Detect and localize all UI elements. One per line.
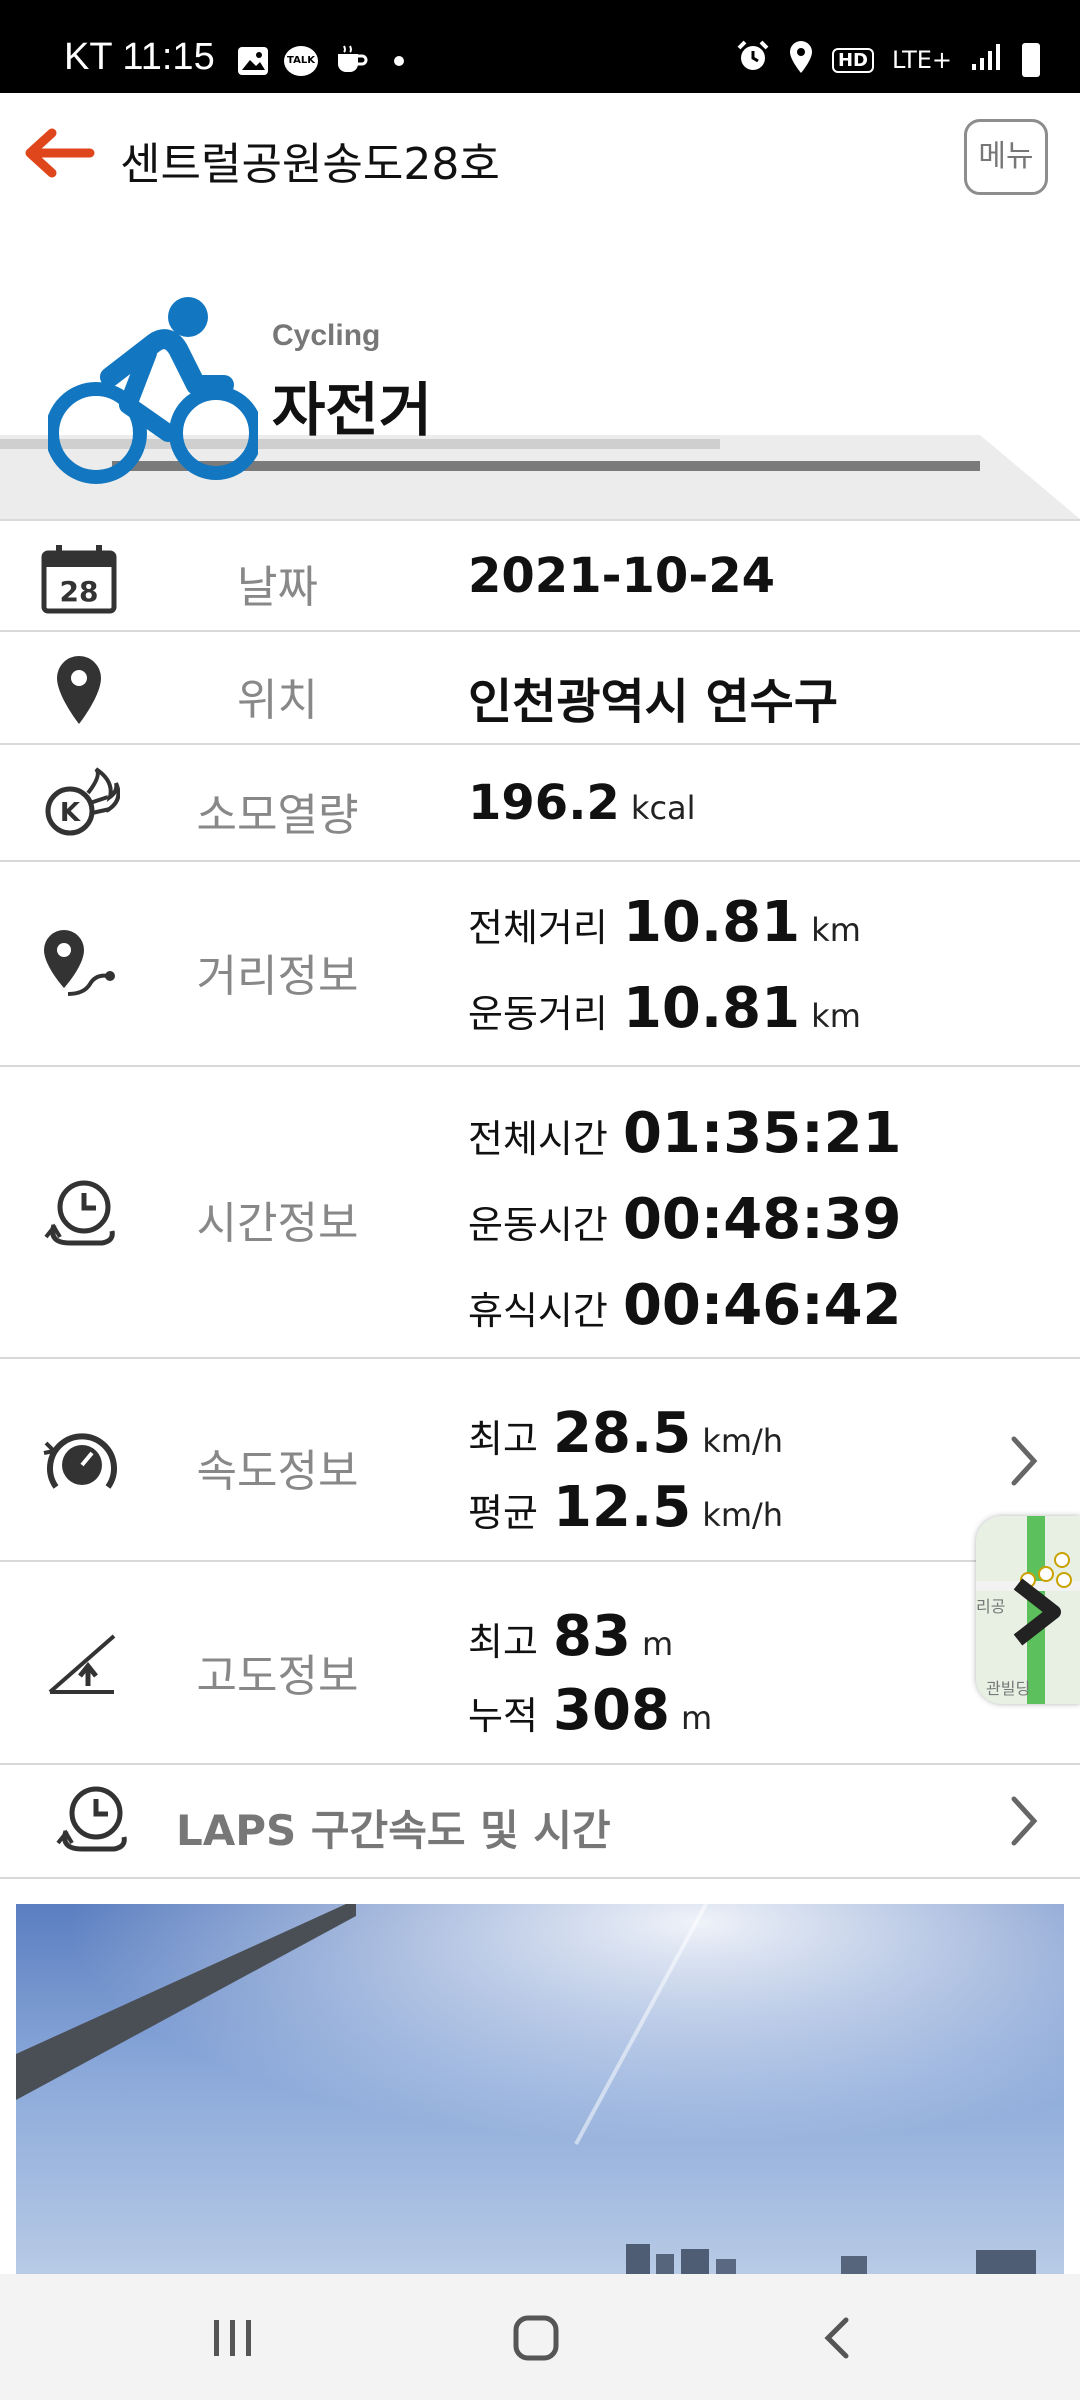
photo-scene <box>16 1904 1064 2274</box>
location-row: 위치 인천광역시 연수구 <box>0 630 1080 745</box>
active-distance-line: 운동거리 10.81 km <box>468 976 861 1041</box>
calories-row: K 소모열량 196.2 kcal <box>0 743 1080 862</box>
back-arrow-icon <box>25 128 95 178</box>
activity-type-title: 자전거 <box>272 376 433 444</box>
activity-header: Cycling 자전거 <box>0 213 1080 519</box>
avg-speed-value: 12.5 <box>553 1475 692 1540</box>
max-speed-unit: km/h <box>702 1422 784 1460</box>
coffee-icon <box>334 44 368 78</box>
distance-route-icon <box>44 930 115 996</box>
altitude-label: 고도정보 <box>196 1651 359 1702</box>
total-time-label: 전체시간 <box>468 1117 608 1161</box>
status-icons-right: HD LTE+ <box>736 40 1040 80</box>
battery-icon <box>1022 43 1040 77</box>
chevron-right-icon[interactable] <box>1004 1791 1044 1851</box>
distance-label: 거리정보 <box>196 951 359 1002</box>
active-distance-label: 운동거리 <box>468 992 608 1036</box>
speed-row[interactable]: 속도정보 최고 28.5 km/h 평균 12.5 km/h <box>0 1357 1080 1562</box>
alarm-icon <box>736 40 770 80</box>
svg-text:K: K <box>60 798 81 828</box>
laps-clock-icon <box>56 1786 127 1852</box>
gallery-icon <box>238 47 268 75</box>
date-label: 날짜 <box>237 562 318 613</box>
status-time: KT 11:15 <box>64 36 215 78</box>
status-icons-left: TALK <box>238 44 404 78</box>
status-bar: KT 11:15 TALK HD LTE+ <box>0 0 1080 93</box>
max-altitude-unit: m <box>642 1625 674 1663</box>
max-speed-label: 최고 <box>468 1417 538 1461</box>
calories-value: 196.2 <box>468 775 620 831</box>
time-row: 시간정보 전체시간 01:35:21 운동시간 00:48:39 휴식시간 00… <box>0 1065 1080 1359</box>
total-time-line: 전체시간 01:35:21 <box>468 1101 902 1166</box>
cycling-icon <box>48 297 258 484</box>
svg-text:28: 28 <box>60 575 99 608</box>
activity-photo[interactable] <box>16 1904 1064 2274</box>
max-altitude-line: 최고 83 m <box>468 1604 673 1669</box>
active-distance-unit: km <box>811 997 861 1035</box>
home-icon[interactable] <box>512 2314 560 2362</box>
total-distance-label: 전체거리 <box>468 906 608 950</box>
back-nav-icon[interactable] <box>822 2316 852 2360</box>
signal-icon <box>970 42 1004 78</box>
map-preview-button[interactable]: 리공 관빌딩 <box>976 1516 1080 1704</box>
app-bar: 센트럴공원송도28호 메뉴 <box>0 93 1080 213</box>
total-distance-value: 10.81 <box>622 890 801 955</box>
max-altitude-label: 최고 <box>468 1620 538 1664</box>
page-title: 센트럴공원송도28호 <box>120 139 500 190</box>
menu-button[interactable]: 메뉴 <box>964 119 1048 195</box>
total-time-value: 01:35:21 <box>622 1101 902 1166</box>
distance-row: 거리정보 전체거리 10.81 km 운동거리 10.81 km <box>0 860 1080 1067</box>
date-row: 28 날짜 2021-10-24 <box>0 519 1080 632</box>
max-speed-value: 28.5 <box>553 1401 692 1466</box>
time-label: 시간정보 <box>196 1198 359 1249</box>
rest-time-label: 휴식시간 <box>468 1289 608 1333</box>
rest-time-line: 휴식시간 00:46:42 <box>468 1273 902 1338</box>
calories-label: 소모열량 <box>196 790 359 841</box>
calories-value-line: 196.2 kcal <box>468 775 696 831</box>
cum-altitude-label: 누적 <box>468 1694 538 1738</box>
laps-label: LAPS 구간속도 및 시간 <box>176 1806 611 1855</box>
altitude-slope-icon <box>48 1634 116 1694</box>
avg-speed-label: 평균 <box>468 1491 538 1535</box>
location-label: 위치 <box>237 675 318 726</box>
map-text-bottom: 관빌딩 <box>986 1679 1030 1698</box>
location-value: 인천광역시 연수구 <box>468 674 838 730</box>
map-text-left: 리공 <box>976 1597 1005 1616</box>
avg-speed-unit: km/h <box>702 1496 784 1534</box>
cum-altitude-value: 308 <box>553 1678 670 1743</box>
max-speed-line: 최고 28.5 km/h <box>468 1401 783 1466</box>
avg-speed-line: 평균 12.5 km/h <box>468 1475 783 1540</box>
recent-apps-icon[interactable] <box>212 2318 254 2358</box>
laps-row[interactable]: LAPS 구간속도 및 시간 <box>0 1763 1080 1879</box>
active-time-label: 운동시간 <box>468 1203 608 1247</box>
date-value: 2021-10-24 <box>468 548 776 604</box>
time-clock-icon <box>44 1180 115 1246</box>
total-distance-unit: km <box>811 911 861 949</box>
kakaotalk-icon: TALK <box>284 46 318 76</box>
calories-unit: kcal <box>630 789 696 827</box>
speed-label: 속도정보 <box>196 1446 359 1497</box>
activity-type-en: Cycling <box>272 319 381 352</box>
lte-icon: LTE+ <box>892 46 952 74</box>
hd-icon: HD <box>831 47 874 73</box>
location-pin-icon <box>57 656 101 724</box>
calorie-flame-icon: K <box>45 767 120 836</box>
chevron-right-icon[interactable] <box>1004 1431 1044 1491</box>
system-nav-bar <box>0 2274 1080 2400</box>
speedometer-icon <box>43 1433 117 1489</box>
active-time-line: 운동시간 00:48:39 <box>468 1187 902 1252</box>
notification-dot <box>394 56 404 66</box>
back-button[interactable] <box>18 123 98 183</box>
map-thumbnail: 리공 관빌딩 <box>976 1516 1080 1704</box>
rest-time-value: 00:46:42 <box>622 1273 902 1338</box>
location-icon <box>788 40 814 80</box>
cum-altitude-line: 누적 308 m <box>468 1678 712 1743</box>
altitude-row: 고도정보 최고 83 m 누적 308 m <box>0 1560 1080 1765</box>
active-distance-value: 10.81 <box>622 976 801 1041</box>
cum-altitude-unit: m <box>681 1699 713 1737</box>
calendar-icon: 28 <box>41 545 117 614</box>
total-distance-line: 전체거리 10.81 km <box>468 890 861 955</box>
active-time-value: 00:48:39 <box>622 1187 902 1252</box>
max-altitude-value: 83 <box>553 1604 631 1669</box>
